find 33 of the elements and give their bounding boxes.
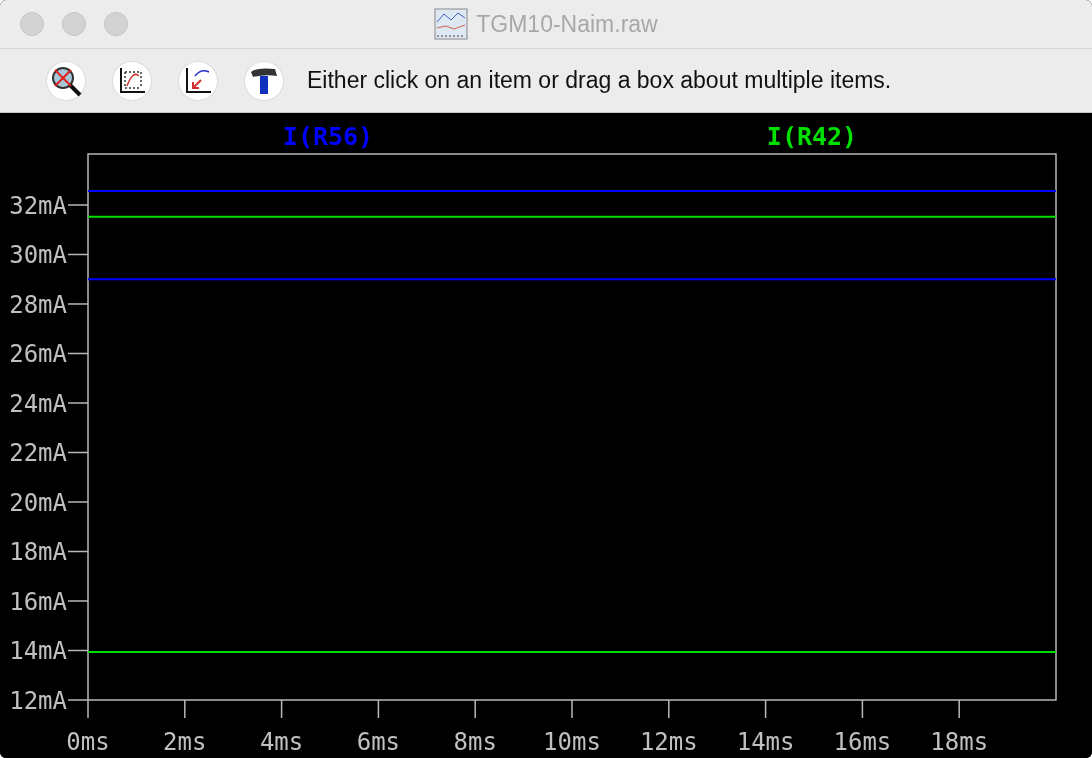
x-tick-label: 4ms (259, 728, 304, 756)
close-button[interactable] (20, 12, 44, 36)
y-tick-label: 30mA (9, 241, 67, 270)
status-hint: Either click on an item or drag a box about multiple items. (307, 67, 892, 94)
zoom-button[interactable] (104, 12, 128, 36)
x-tick-label: 2ms (163, 728, 207, 756)
y-tick-label: 14mA (9, 637, 67, 666)
y-tick-label: 28mA (9, 291, 67, 319)
y-tick-label: 22mA (9, 439, 67, 468)
x-tick-label: 16ms (833, 728, 892, 756)
trace-label[interactable]: I(R42) (766, 122, 858, 151)
window-title: TGM10-Naim.raw (476, 10, 658, 38)
y-tick-label: 20mA (9, 489, 67, 517)
hammer-button[interactable] (245, 61, 283, 100)
y-tick-label: 16mA (9, 588, 67, 616)
x-tick-label: 0ms (66, 728, 110, 756)
autorange-button[interactable] (113, 61, 151, 100)
x-tick-label: 14ms (736, 728, 795, 756)
x-tick-label: 10ms (543, 728, 601, 756)
y-tick-label: 24mA (9, 390, 67, 418)
minimize-button[interactable] (62, 12, 86, 36)
y-tick-label: 32mA (9, 192, 67, 220)
x-tick-label: 6ms (356, 728, 401, 756)
y-tick-label: 18mA (9, 538, 67, 567)
pan-back-button[interactable] (179, 61, 217, 100)
zoom-cancel-button[interactable] (47, 61, 85, 100)
trace-line[interactable] (87, 215, 1057, 218)
x-tick-label: 12ms (639, 728, 698, 756)
x-tick-label: 18ms (930, 728, 989, 756)
x-tick-label: 8ms (453, 728, 497, 756)
y-tick-label: 12mA (9, 687, 67, 715)
chart-icon (434, 8, 469, 40)
y-tick-label: 26mA (9, 340, 67, 369)
